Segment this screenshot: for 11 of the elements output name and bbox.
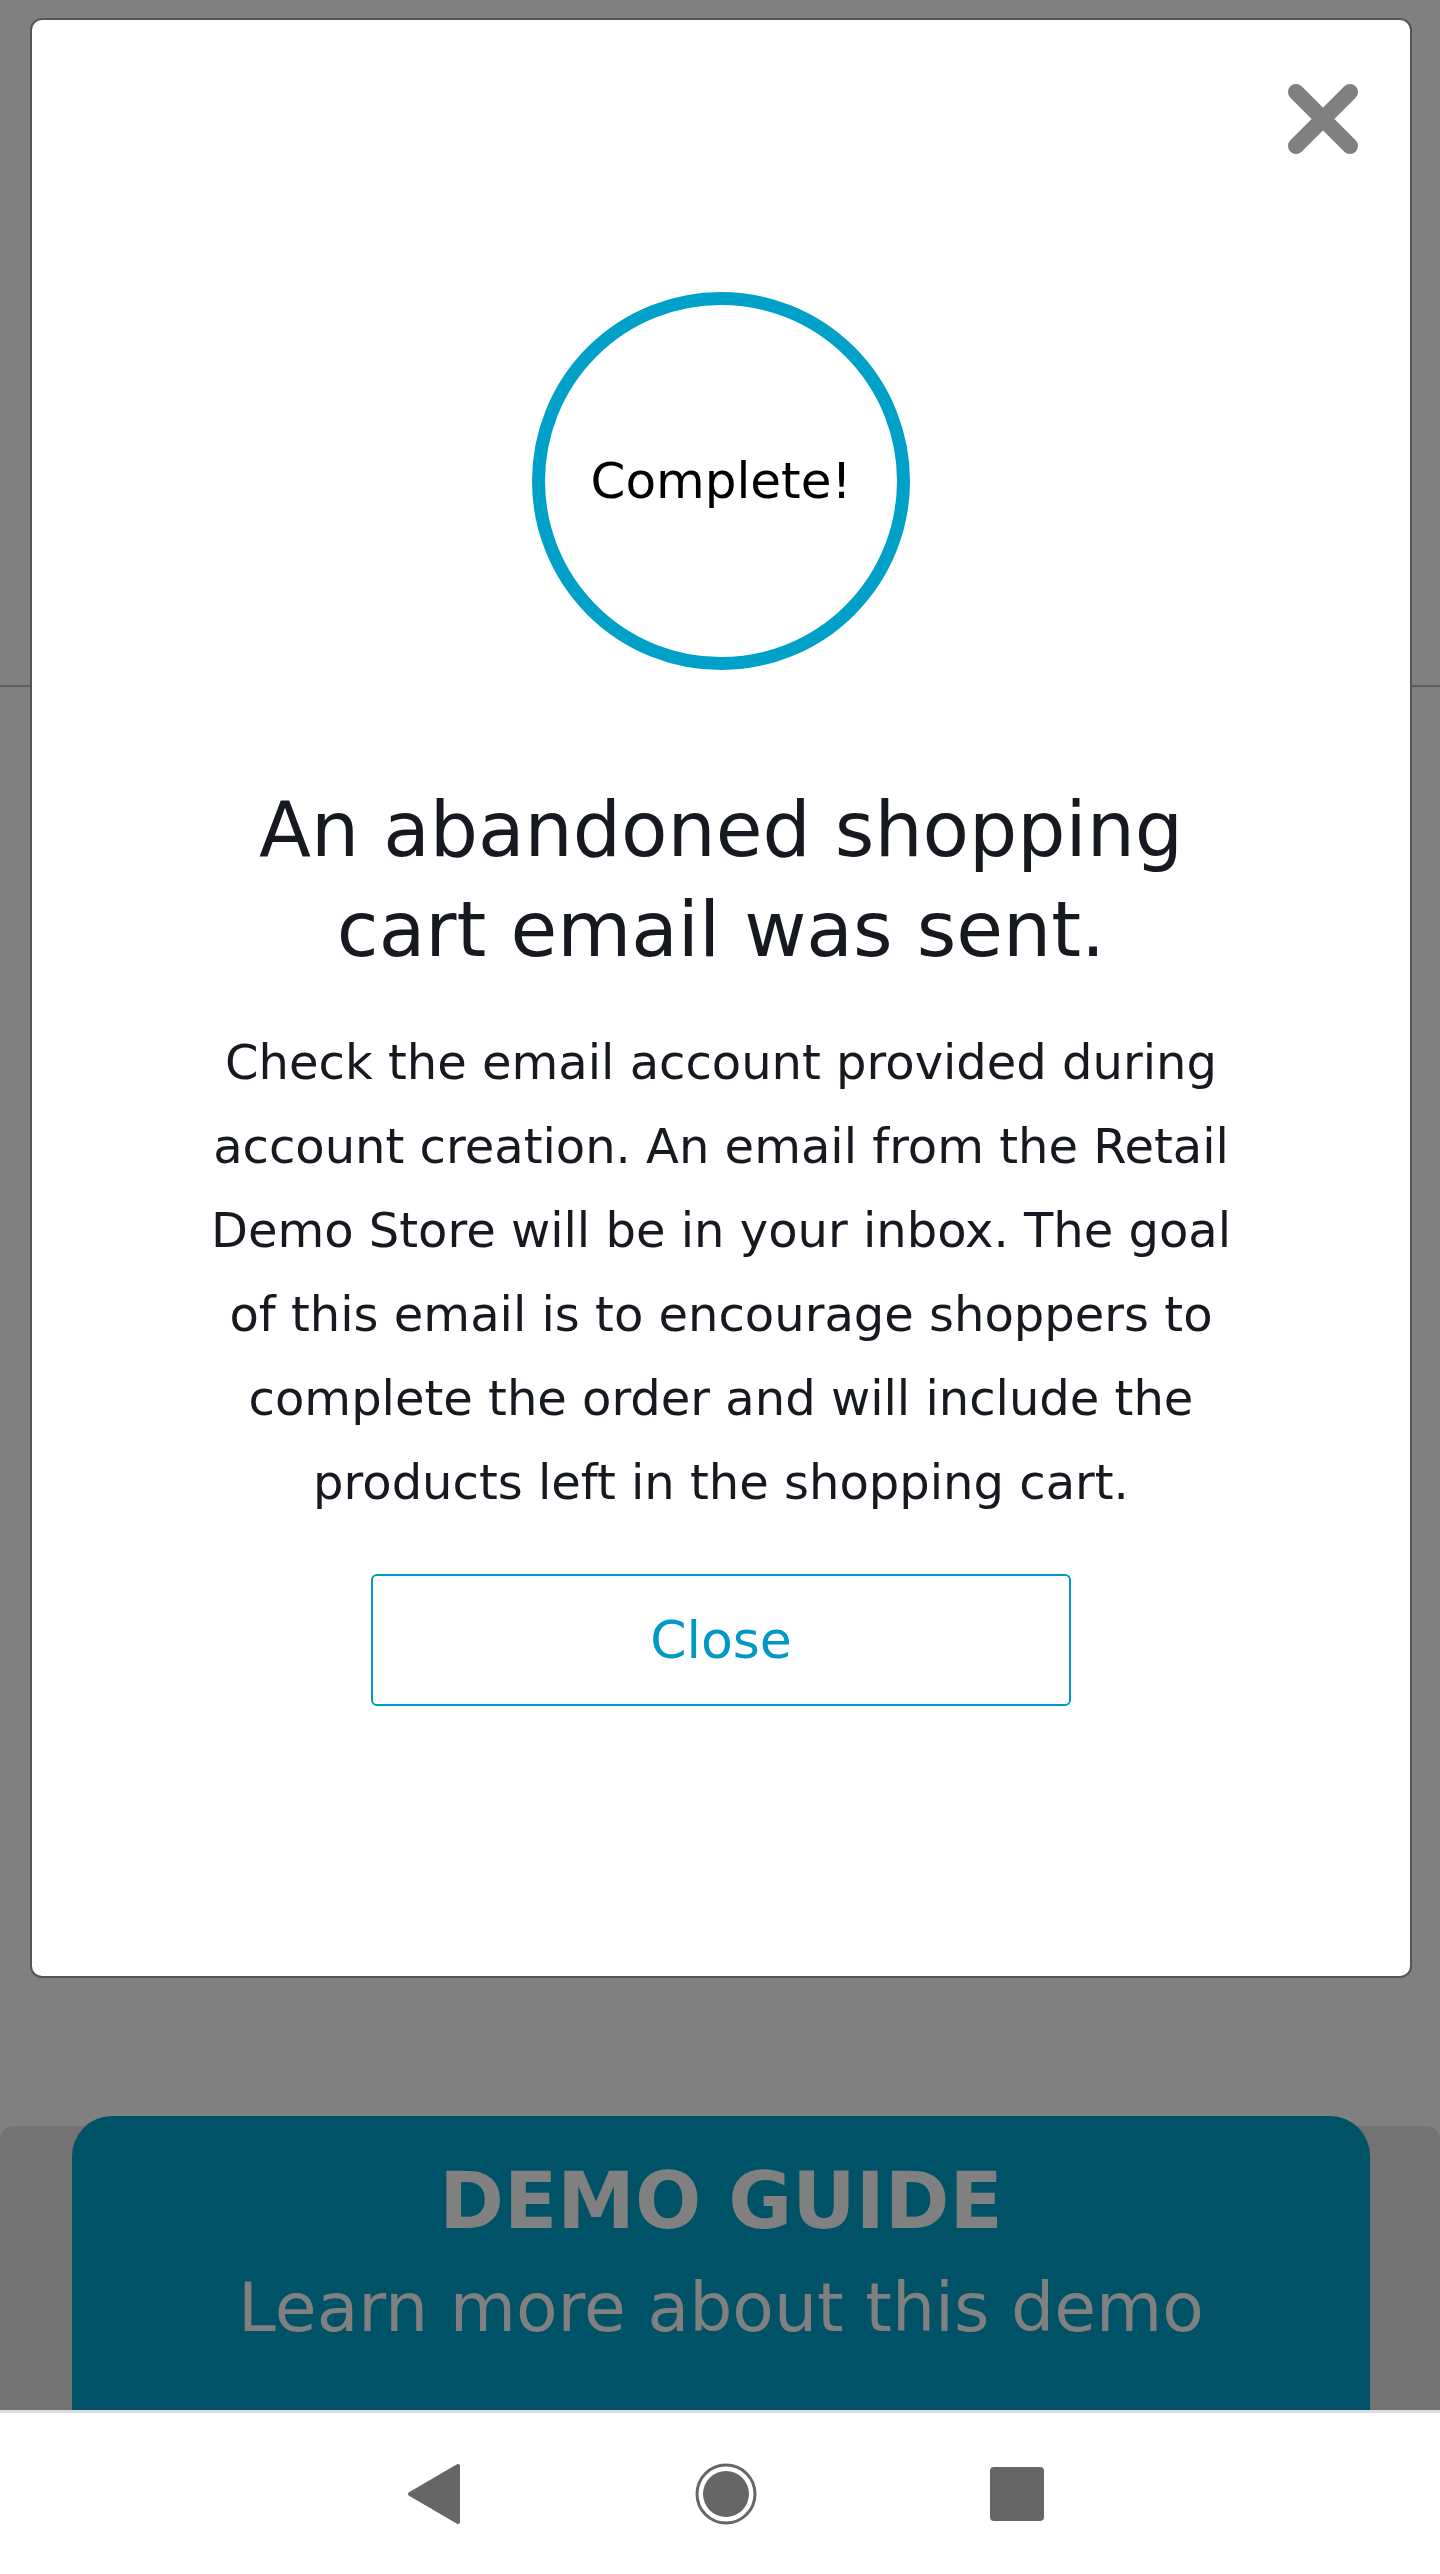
dialog-message: Check the email account provided during account creation. An email from the Retail Demo Store will be in your inbox. The goal of this email is to encourage shoppers to complete the order and will include the products left in the shopping cart.: [209, 1033, 1233, 1512]
back-icon[interactable]: [406, 2461, 462, 2526]
close-icon[interactable]: [1288, 84, 1358, 154]
demo-guide-panel[interactable]: DEMO GUIDE Learn more about this demo: [72, 2116, 1370, 2410]
home-icon[interactable]: [694, 2461, 758, 2526]
demo-guide-subtitle: Learn more about this demo: [238, 2268, 1204, 2347]
status-label: Complete!: [590, 452, 852, 510]
dialog-title: An abandoned shopping cart email was sent.: [257, 784, 1185, 976]
close-button[interactable]: Close: [371, 1574, 1071, 1706]
recents-icon[interactable]: [990, 2466, 1044, 2521]
demo-guide-title: DEMO GUIDE: [439, 2156, 1003, 2246]
